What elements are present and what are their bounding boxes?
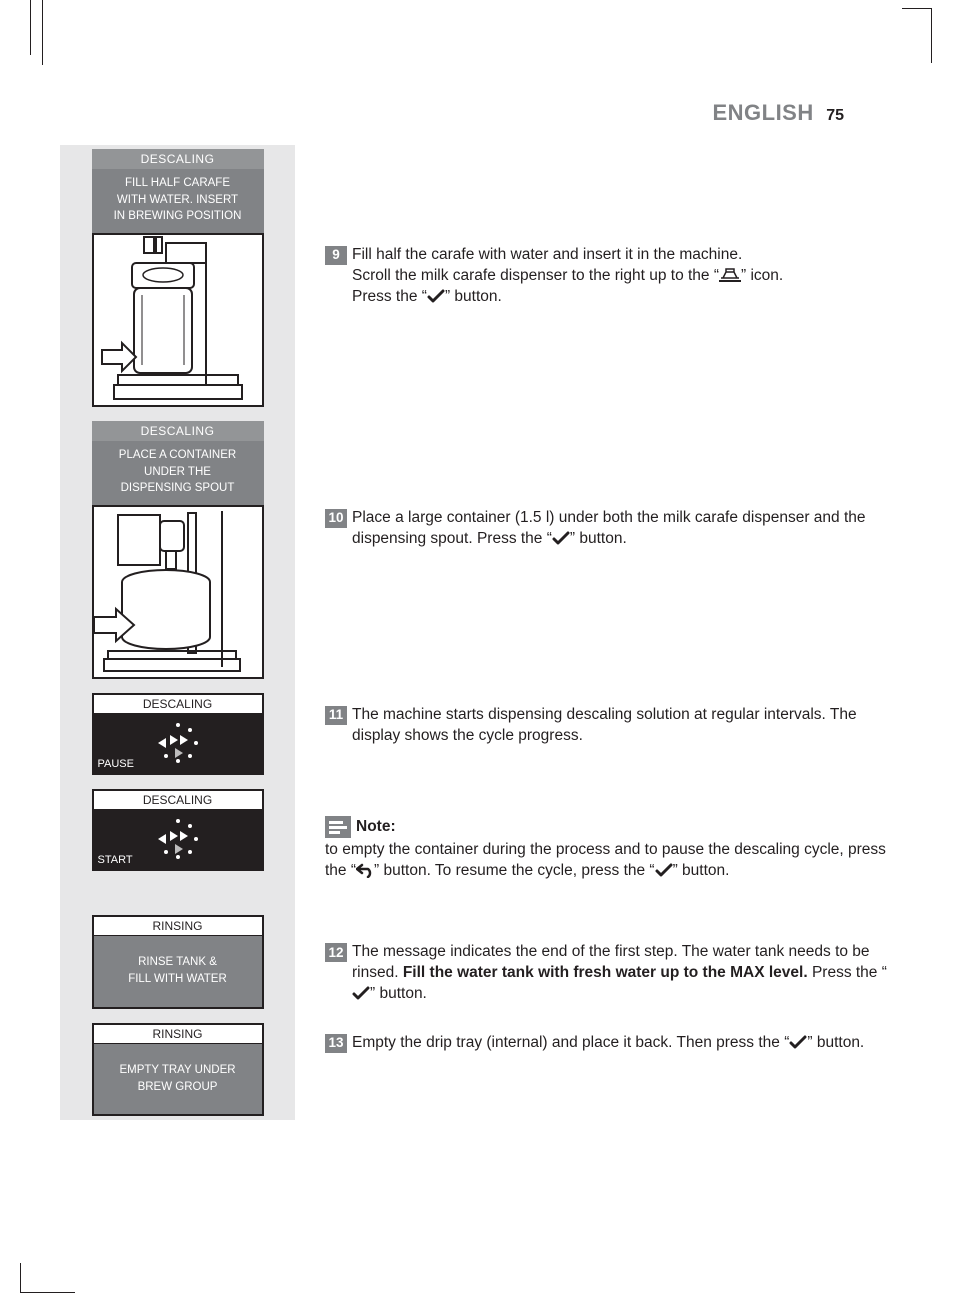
carafe-top-icon [719, 268, 741, 282]
step-number: 13 [325, 1034, 347, 1053]
spinner-icon [155, 816, 201, 862]
step-number: 10 [325, 509, 347, 528]
illustration-container [92, 505, 264, 679]
panel-body: FILL HALF CARAFE WITH WATER. INSERT IN B… [92, 169, 264, 233]
step-text: Fill half the carafe with water and inse… [352, 245, 894, 308]
check-icon [552, 531, 570, 546]
panel-descaling-carafe: DESCALING FILL HALF CARAFE WITH WATER. I… [92, 149, 264, 407]
display-label: START [98, 854, 133, 866]
step-number: 12 [325, 943, 347, 962]
panel-title: RINSING [94, 917, 262, 936]
step-text: The message indicates the end of the fir… [352, 942, 894, 1005]
step-13: 13 Empty the drip tray (internal) and pl… [325, 1033, 894, 1054]
back-icon [356, 863, 374, 878]
step-number: 9 [325, 246, 347, 265]
note-icon [325, 816, 351, 838]
page-header: ENGLISH 75 [712, 100, 844, 126]
step-12: 12 The message indicates the end of the … [325, 942, 894, 1005]
panel-descaling-container: DESCALING PLACE A CONTAINER UNDER THE DI… [92, 421, 264, 679]
note-block: Note: to empty the container during the … [325, 816, 894, 882]
language-label: ENGLISH [712, 100, 813, 125]
display-label: PAUSE [98, 758, 134, 770]
panel-body: EMPTY TRAY UNDER BREW GROUP [94, 1044, 262, 1115]
panel-body: RINSE TANK & FILL WITH WATER [94, 936, 262, 1007]
step-text: Empty the drip tray (internal) and place… [352, 1033, 894, 1054]
spinner-icon [155, 720, 201, 766]
step-text: Place a large container (1.5 l) under bo… [352, 508, 894, 550]
display-pause: DESCALING PAUSE [92, 693, 264, 775]
note-label: Note: [356, 818, 396, 836]
panel-title: DESCALING [92, 149, 264, 169]
display-title: DESCALING [94, 695, 262, 713]
panel-title: RINSING [94, 1025, 262, 1044]
display-title: DESCALING [94, 791, 262, 809]
step-10: 10 Place a large container (1.5 l) under… [325, 508, 894, 550]
panel-title: DESCALING [92, 421, 264, 441]
check-icon [655, 863, 673, 878]
check-icon [352, 986, 370, 1001]
display-start: DESCALING START [92, 789, 264, 871]
page-number: 75 [826, 107, 844, 124]
check-icon [789, 1035, 807, 1050]
step-9: 9 Fill half the carafe with water and in… [325, 245, 894, 308]
note-text: to empty the container during the proces… [325, 840, 894, 882]
panel-rinse-tank: RINSING RINSE TANK & FILL WITH WATER [92, 915, 264, 1009]
sidebar: DESCALING FILL HALF CARAFE WITH WATER. I… [60, 145, 295, 1120]
panel-rinse-tray: RINSING EMPTY TRAY UNDER BREW GROUP [92, 1023, 264, 1117]
illustration-carafe [92, 233, 264, 407]
step-text: The machine starts dispensing descaling … [352, 705, 894, 747]
panel-body: PLACE A CONTAINER UNDER THE DISPENSING S… [92, 441, 264, 505]
check-icon [427, 289, 445, 304]
step-11: 11 The machine starts dispensing descali… [325, 705, 894, 747]
main-content: 9 Fill half the carafe with water and in… [325, 145, 894, 1054]
step-number: 11 [325, 706, 347, 725]
